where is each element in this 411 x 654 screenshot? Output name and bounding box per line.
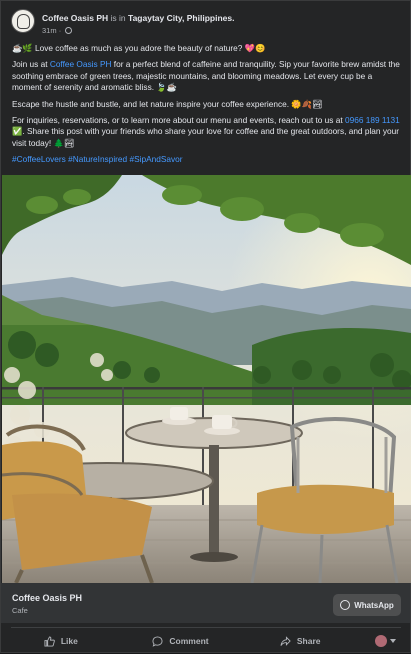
location-prefix: is in [110, 13, 126, 23]
whatsapp-label: WhatsApp [354, 600, 394, 610]
meta-separator: · [58, 26, 62, 35]
post-card: Coffee Oasis PH is in Tagaytay City, Phi… [0, 0, 411, 653]
page-link-card[interactable]: Coffee Oasis PH Cafe WhatsApp [1, 583, 410, 623]
page-card-name[interactable]: Coffee Oasis PH [12, 593, 82, 603]
location-link[interactable]: Tagaytay City, Philippines. [128, 13, 234, 23]
page-mention-link[interactable]: Coffee Oasis PH [50, 59, 112, 69]
share-icon [280, 635, 291, 646]
author-name[interactable]: Coffee Oasis PH [42, 13, 108, 23]
whatsapp-icon [340, 600, 351, 610]
post-time[interactable]: 31m [42, 26, 57, 35]
post-as-selector[interactable] [360, 635, 410, 647]
page-avatar[interactable] [11, 9, 35, 33]
like-label: Like [60, 636, 78, 646]
post-meta: 31m · [42, 26, 73, 35]
post-photo[interactable] [2, 175, 411, 583]
like-button[interactable]: Like [1, 635, 121, 647]
phone-link[interactable]: 0966 189 1131 [345, 115, 400, 125]
page-card-category: Cafe [12, 606, 28, 615]
hashtags[interactable]: #CoffeeLovers #NatureInspired #SipAndSav… [12, 154, 402, 165]
post-paragraph-2: Join us at Coffee Oasis PH for a perfect… [12, 59, 400, 93]
comment-button[interactable]: Comment [121, 635, 241, 647]
post-text: ☕🌿 Love coffee as much as you adore the … [12, 43, 402, 171]
globe-icon [65, 27, 73, 34]
comment-icon [152, 635, 163, 647]
chevron-down-icon [389, 639, 396, 643]
post-header: Coffee Oasis PH is in Tagaytay City, Phi… [11, 9, 391, 41]
post-paragraph-1: ☕🌿 Love coffee as much as you adore the … [12, 43, 266, 53]
like-icon [44, 635, 55, 647]
post-paragraph-3: Escape the hustle and bustle, and let na… [12, 98, 323, 109]
share-button[interactable]: Share [240, 635, 360, 647]
post-author-line: Coffee Oasis PH is in Tagaytay City, Phi… [42, 13, 234, 23]
user-avatar [374, 635, 387, 647]
post-paragraph-4: For inquiries, reservations, or to learn… [12, 115, 400, 148]
post-actions: Like Comment Share [1, 628, 410, 654]
whatsapp-button[interactable]: WhatsApp [333, 594, 401, 616]
comment-label: Comment [169, 636, 209, 646]
share-label: Share [296, 636, 321, 646]
